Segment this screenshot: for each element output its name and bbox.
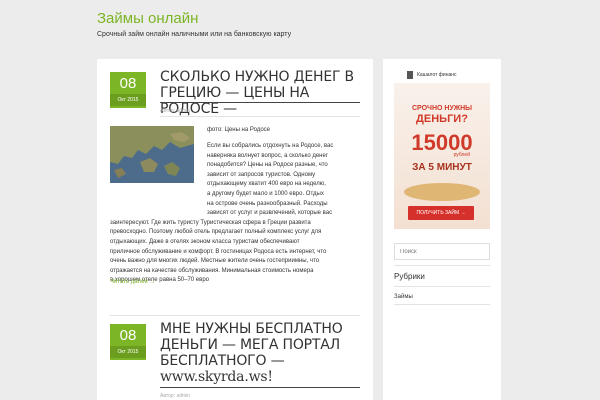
- excerpt-line: Если вы собрались отдохнуть на Родосе, в…: [207, 143, 334, 149]
- excerpt-line: а другому будет мало и 1000 евро. Отдых: [207, 190, 324, 197]
- post-title-line: деньги — мега портал: [160, 337, 340, 353]
- excerpt-line: отражается на качестве обслуживания. Мин…: [110, 267, 314, 274]
- post-excerpt: Если вы собрались отдохнуть на Родосе, в…: [110, 142, 355, 286]
- ad-widget-label: Кашалот финанс: [407, 71, 457, 79]
- site-description: Срочный займ онлайн наличными или на бан…: [97, 31, 292, 38]
- coins-icon: [404, 183, 480, 201]
- post-author[interactable]: Автор: admin: [160, 108, 190, 114]
- title-underline: [160, 387, 360, 388]
- read-more-link[interactable]: Читать далее →: [110, 279, 155, 285]
- excerpt-line: зависят от услуг и развлечений, которые …: [207, 210, 333, 217]
- post-date-badge: 08 Окт 2015: [110, 324, 146, 360]
- excerpt-line: превосходно. Поэтому любой отель предлаг…: [110, 229, 322, 236]
- excerpt-line: понадобится? Цены на Родосе разные, что: [207, 162, 328, 169]
- divider: [160, 116, 360, 117]
- post-date-day: 08: [119, 327, 137, 344]
- ad-widget-label-text: Кашалот финанс: [417, 72, 457, 78]
- excerpt-line: на острове очень разнообразный. Расходы: [207, 200, 328, 207]
- post-date-badge: 08 Окт 2015: [110, 72, 146, 108]
- excerpt-line: очень важно для многих людей. Местные жи…: [110, 258, 320, 265]
- get-loan-button[interactable]: ПОЛУЧИТЬ ЗАЙМ →: [408, 206, 474, 220]
- excerpt-line: наверняка волнует вопрос, а сколько дене…: [207, 152, 329, 159]
- loan-ad-banner[interactable]: СРОЧНО НУЖНЫ ДЕНЬГИ? 15000 рублей ЗА 5 М…: [394, 83, 490, 229]
- post-title-line: www.skyrda.ws!: [160, 369, 273, 385]
- bookmark-icon: [407, 71, 413, 79]
- categories-title: Рубрики: [394, 272, 425, 281]
- post-date-day: 08: [119, 75, 137, 92]
- search-input[interactable]: [394, 243, 490, 260]
- post-separator: [110, 315, 360, 316]
- banner-headline: СРОЧНО НУЖНЫ: [411, 105, 473, 112]
- title-underline: [160, 102, 360, 103]
- post-title[interactable]: Мне нужны бесплатно деньги — мега портал…: [160, 321, 360, 385]
- post-title-line: Мне нужны бесплатно: [160, 321, 343, 337]
- post-title-line: бесплатного —: [160, 353, 285, 369]
- divider: [394, 304, 490, 305]
- site-title[interactable]: Займы онлайн: [97, 10, 291, 28]
- post-author[interactable]: Автор: admin: [160, 393, 190, 399]
- sidebar: Кашалот финанс СРОЧНО НУЖНЫ ДЕНЬГИ? 1500…: [383, 59, 501, 400]
- category-link-loans[interactable]: Займы: [394, 294, 413, 300]
- banner-tagline: ЗА 5 МИНУТ: [412, 162, 472, 173]
- post-date-month: Окт 2015: [110, 346, 146, 358]
- excerpt-line: заинтересуют. Где жить туристу Туристиче…: [110, 219, 311, 226]
- excerpt-line: приличное обслуживание и комфорт. В гост…: [110, 248, 327, 255]
- banner-subheadline: ДЕНЬГИ?: [416, 113, 468, 125]
- post-date-month: Окт 2015: [110, 94, 146, 106]
- divider: [394, 286, 490, 287]
- divider: [394, 265, 490, 266]
- excerpt-line: отдыхающих. Даже в отелях эконом класса …: [110, 238, 300, 245]
- excerpt-line: зависит от запросов туристов. Одному: [207, 171, 316, 178]
- image-caption: фото: Цены на Родосе: [207, 127, 270, 133]
- excerpt-line: отдыхающему хватит 400 евро на неделю,: [207, 181, 326, 188]
- site-header: Займы онлайн Срочный займ онлайн наличны…: [97, 10, 291, 38]
- content-area: 08 Окт 2015 Сколько нужно денег в Грецию…: [97, 59, 373, 400]
